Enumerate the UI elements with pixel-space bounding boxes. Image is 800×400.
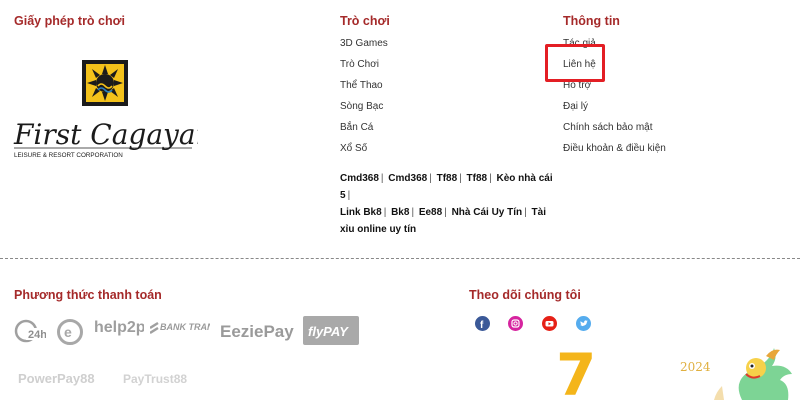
games-link-3d[interactable]: 3D Games	[340, 38, 388, 49]
games-heading: Trò chơi	[340, 14, 390, 28]
info-link-dieu-khoan[interactable]: Điều khoản & điều kiện	[563, 143, 666, 154]
license-heading: Giấy phép trò chơi	[14, 14, 125, 28]
pay-powerpay88-text: PowerPay88	[18, 371, 95, 386]
decorative-seven: 7	[556, 341, 597, 400]
pay-bank-transfer-text: BANK TRANSFER	[160, 322, 210, 332]
logo-subtext: LEISURE & RESORT CORPORATION	[14, 152, 123, 159]
partner-link[interactable]: Link Bk8	[340, 207, 382, 218]
games-link-ban-ca[interactable]: Bắn Cá	[340, 122, 373, 133]
games-link-song-bac[interactable]: Sòng Bạc	[340, 101, 383, 112]
decorative-year: 2024	[680, 360, 711, 374]
partner-link[interactable]: Nhà Cái Uy Tín	[452, 207, 523, 218]
follow-heading: Theo dõi chúng tôi	[469, 288, 581, 302]
facebook-icon[interactable]: f	[475, 316, 490, 331]
pay-flypay-text: flyPAY	[308, 324, 349, 339]
pay-paytrust88-text: PayTrust88	[123, 372, 187, 386]
games-link-the-thao[interactable]: Thể Thao	[340, 80, 383, 91]
pay-eeziepay-logo: EeziePay	[219, 318, 297, 344]
partner-link[interactable]: Tf88	[467, 173, 488, 184]
pay-24h-logo: 24h	[14, 318, 47, 344]
partner-link[interactable]: Cmd368	[388, 173, 427, 184]
dragon-decoration	[712, 346, 800, 400]
divider	[0, 258, 800, 259]
youtube-icon[interactable]	[542, 316, 557, 331]
pay-help2pay-logo: help2pay	[94, 314, 163, 344]
first-cagayan-logo: First Cagayan LEISURE & RESORT CORPORATI…	[12, 60, 214, 160]
info-heading: Thông tin	[563, 14, 620, 28]
pay-bank-transfer-logo: BANK TRANSFER	[149, 320, 238, 342]
games-link-xo-so[interactable]: Xổ Số	[340, 143, 367, 154]
pay-help2pay-text: help2pay	[94, 319, 144, 336]
pay-paytrust88-logo: PayTrust88	[123, 368, 195, 388]
info-link-chinh-sach[interactable]: Chính sách bảo mật	[563, 122, 653, 133]
twitter-icon[interactable]	[576, 316, 591, 331]
payment-heading: Phương thức thanh toán	[14, 288, 162, 302]
games-link-tro-choi[interactable]: Trò Chơi	[340, 59, 379, 70]
partner-link[interactable]: Tf88	[437, 173, 458, 184]
pay-e-text: e	[64, 324, 72, 340]
logo-text: First Cagayan	[13, 118, 198, 151]
pay-powerpay88-logo: PowerPay88	[18, 368, 110, 388]
pay-eeziepay-text: EeziePay	[220, 322, 294, 341]
instagram-icon[interactable]	[508, 316, 523, 331]
pay-24h-text: 24h	[28, 329, 46, 341]
partner-link[interactable]: Ee88	[419, 207, 442, 218]
info-link-dai-ly[interactable]: Đại lý	[563, 101, 588, 112]
partner-links: Cmd368 | Cmd368 | Tf88 | Tf88 | Kèo nhà cái …	[340, 173, 553, 235]
pay-flypay-logo: flyPAY	[303, 316, 359, 345]
partner-link[interactable]: Bk8	[391, 207, 409, 218]
highlight-box	[545, 44, 605, 82]
partner-link[interactable]: Cmd368	[340, 173, 379, 184]
pay-e-logo: e	[57, 319, 83, 345]
